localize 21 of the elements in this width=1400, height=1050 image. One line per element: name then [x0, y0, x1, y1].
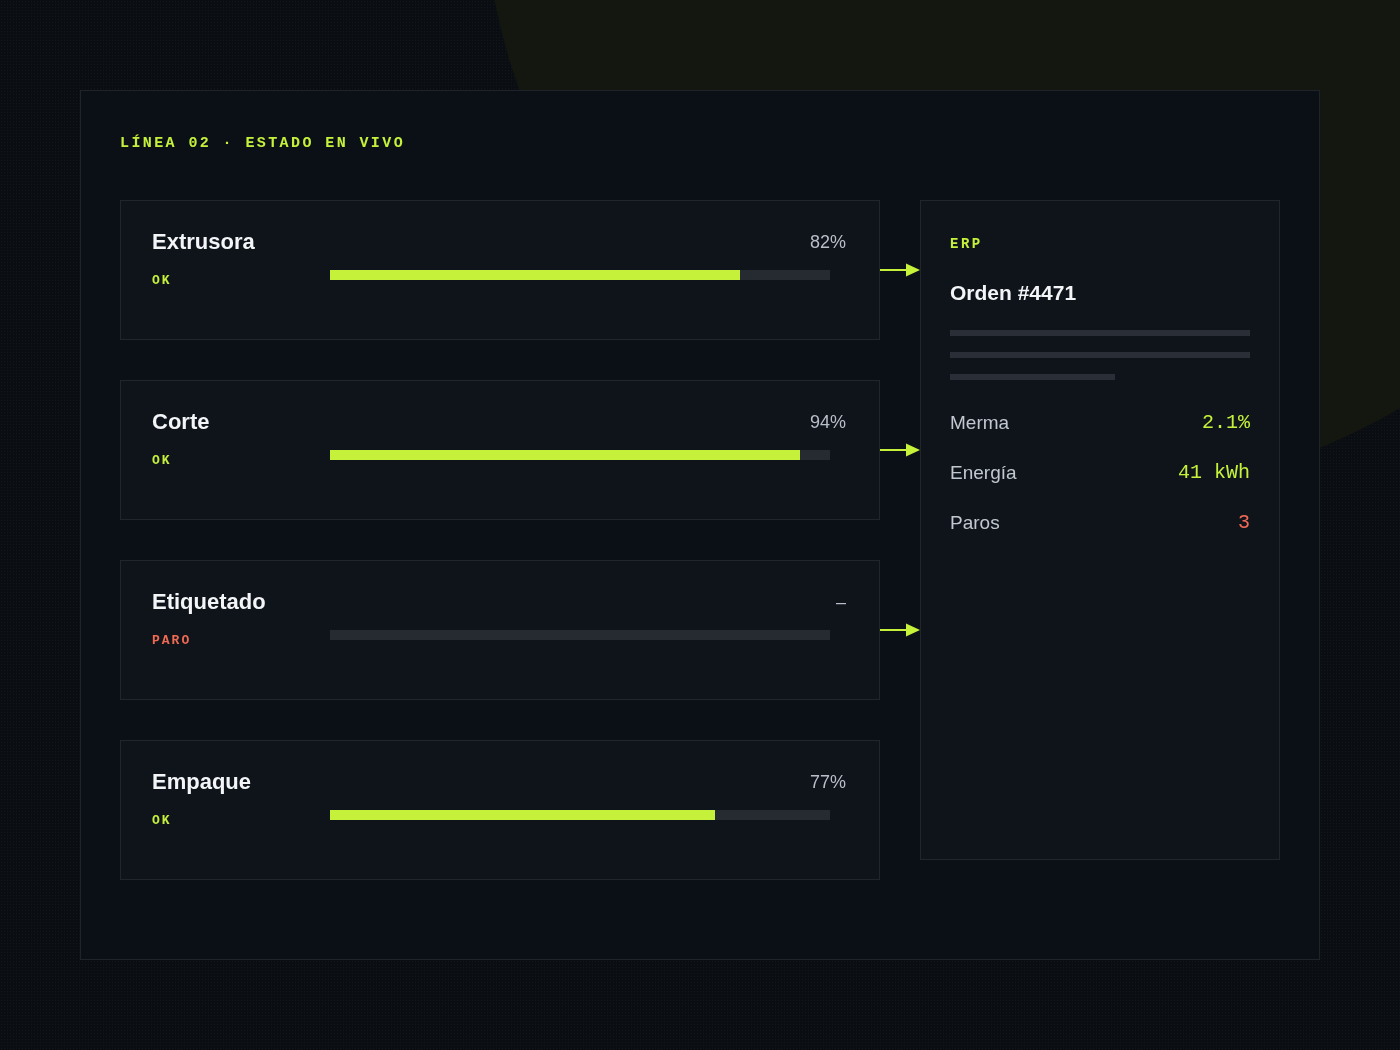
station-name: Etiquetado [152, 589, 266, 615]
status-label: OK [152, 273, 172, 289]
percent-reading: – [836, 591, 846, 614]
metric-label: Paros [950, 511, 1000, 535]
percent-reading: 77% [809, 771, 846, 794]
station-name: Extrusora [152, 229, 255, 255]
station-name: Empaque [152, 769, 252, 795]
metric-value: 3 [1238, 511, 1250, 535]
metric-value: 2.1% [1202, 411, 1250, 435]
panel-label: ERP [950, 235, 983, 253]
percent-reading: 94% [809, 411, 846, 434]
metric-label: Energía [950, 461, 1017, 485]
metric-value: 41 kWh [1178, 461, 1250, 485]
section-title: LÍNEA 02 · ESTADO EN VIVO [120, 135, 406, 153]
status-label: OK [152, 453, 172, 469]
order-title: Orden #4471 [950, 280, 1077, 306]
metric-label: Merma [950, 411, 1010, 435]
percent-reading: 82% [809, 231, 846, 254]
status-label: OK [152, 813, 172, 829]
status-label: PARO [152, 633, 192, 649]
station-name: Corte [152, 409, 210, 435]
